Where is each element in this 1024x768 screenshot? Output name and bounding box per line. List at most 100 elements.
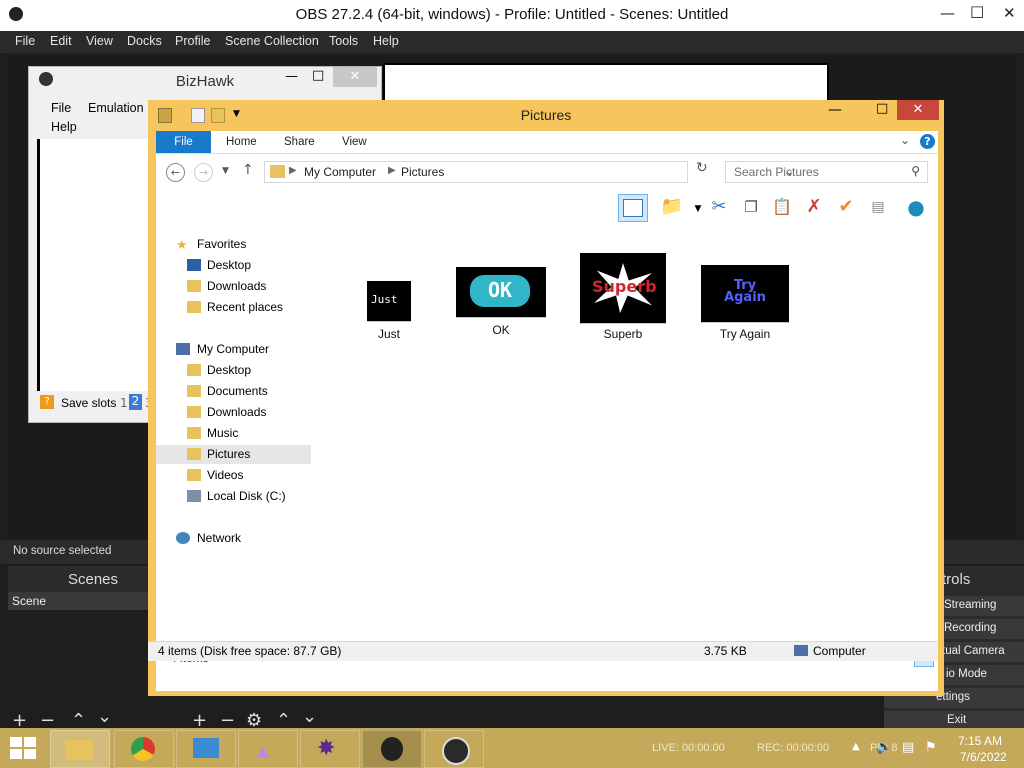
breadcrumb-separator-icon[interactable]: ▶ <box>388 165 396 176</box>
button-label: Streaming <box>944 599 997 611</box>
nav-recent-places[interactable]: Recent places <box>156 298 311 317</box>
rename-check-icon[interactable]: ✔ <box>834 195 858 219</box>
tab-file[interactable]: File <box>156 131 211 153</box>
menu-scene-collection[interactable]: Scene Collection <box>225 34 319 48</box>
explorer-status-bar: 4 items (Disk free space: 87.7 GB) 3.75 … <box>148 641 938 661</box>
thumbnail-text: Just <box>371 293 398 306</box>
menu-help[interactable]: Help <box>51 120 77 134</box>
up-arrow-icon[interactable]: ↑ <box>242 162 254 178</box>
back-icon[interactable]: ← <box>166 163 185 182</box>
bizhawk-icon[interactable] <box>362 730 422 768</box>
paste-icon[interactable]: 📋 <box>770 195 794 219</box>
nav-videos[interactable]: Videos <box>156 466 311 485</box>
file-item-superb[interactable]: Superb Superb <box>580 253 690 353</box>
nav-downloads[interactable]: Downloads <box>156 403 311 422</box>
app-triangle-icon[interactable]: ▲ <box>238 730 298 768</box>
obs-live-status: LIVE: 00:00:00 <box>652 742 725 754</box>
minimize-button[interactable]: — <box>940 4 955 22</box>
pictures-folder-icon <box>187 448 201 460</box>
file-explorer-icon[interactable] <box>50 730 110 768</box>
clock-time[interactable]: 7:15 AM <box>958 734 1002 748</box>
button-label: Recording <box>944 622 997 634</box>
start-button[interactable] <box>10 737 36 759</box>
nav-documents[interactable]: Documents <box>156 382 311 401</box>
nav-my-computer[interactable]: My Computer <box>156 340 311 359</box>
close-icon[interactable]: ✕ <box>1003 4 1016 22</box>
close-button[interactable]: ✕ <box>897 100 939 120</box>
file-item-ok[interactable]: OK OK <box>456 267 566 367</box>
tab-view[interactable]: View <box>342 136 367 148</box>
copy-icon[interactable]: ❐ <box>739 195 763 219</box>
save-slot-2[interactable]: 2 <box>129 394 142 410</box>
menu-file[interactable]: File <box>15 34 35 48</box>
breadcrumb-my-computer[interactable]: My Computer <box>304 165 376 179</box>
maximize-icon[interactable]: □ <box>970 2 984 20</box>
nav-network[interactable]: Network <box>156 529 311 548</box>
nav-fav-downloads[interactable]: Downloads <box>156 277 311 296</box>
layout-pane-icon[interactable] <box>618 194 648 222</box>
breadcrumb-pictures[interactable]: Pictures <box>401 165 444 179</box>
search-placeholder: Search Pictures <box>734 165 819 179</box>
nav-favorites[interactable]: ★ Favorites <box>156 235 311 254</box>
forward-icon[interactable]: → <box>194 163 213 182</box>
address-bar[interactable]: ▶ My Computer ▶ Pictures ⌄ <box>264 161 794 183</box>
folder-options-icon[interactable]: 📁 <box>660 195 684 219</box>
menu-edit[interactable]: Edit <box>50 34 72 48</box>
save-slot-1[interactable]: 1 <box>120 396 128 410</box>
app-star-icon[interactable]: ✸ <box>300 730 360 768</box>
file-item-just[interactable]: Just Just <box>341 277 451 377</box>
volume-icon[interactable]: 🔈 <box>876 740 892 755</box>
thumbnail-text: Try Again <box>724 278 766 305</box>
chevron-down-icon[interactable]: ⌄ <box>900 133 910 147</box>
nav-label: Desktop <box>207 258 252 272</box>
file-item-try-again[interactable]: Try Again Try Again <box>701 265 811 365</box>
nav-label: Videos <box>207 468 244 482</box>
clock-date[interactable]: 7/6/2022 <box>960 750 1007 764</box>
menu-file[interactable]: File <box>51 101 71 115</box>
tray-chevron-icon[interactable]: ▲ <box>852 741 860 752</box>
menu-docks[interactable]: Docks <box>127 34 162 48</box>
nav-music[interactable]: Music <box>156 424 311 443</box>
help-icon[interactable]: ? <box>920 134 935 149</box>
nav-label: Favorites <box>197 237 247 251</box>
delete-icon[interactable]: ✗ <box>802 195 826 219</box>
nav-desktop[interactable]: Desktop <box>156 361 311 380</box>
status-size: 3.75 KB <box>704 644 747 658</box>
network-icon <box>176 532 190 544</box>
menu-emulation[interactable]: Emulation <box>88 101 144 115</box>
menu-view[interactable]: View <box>86 34 113 48</box>
maximize-icon[interactable]: □ <box>876 101 888 116</box>
breadcrumb-separator-icon[interactable]: ▶ <box>289 165 297 176</box>
nav-pictures[interactable]: Pictures <box>156 445 311 464</box>
minimize-button[interactable]: — <box>285 69 298 84</box>
properties-icon[interactable]: ▤ <box>866 195 890 219</box>
source-down-icon[interactable]: ⌄ <box>302 706 317 728</box>
obs-icon[interactable] <box>424 730 484 768</box>
search-input[interactable]: Search Pictures ⚲ <box>725 161 928 183</box>
close-button[interactable]: ✕ <box>333 67 377 87</box>
menu-tools[interactable]: Tools <box>329 34 358 48</box>
cut-icon[interactable]: ✂ <box>707 195 731 219</box>
explorer-toolbar: 📁 ▼ ✂ ❐ 📋 ✗ ✔ ▤ ● <box>156 189 938 227</box>
nav-local-disk[interactable]: Local Disk (C:) <box>156 487 311 506</box>
tab-share[interactable]: Share <box>284 136 315 148</box>
minimize-button[interactable]: — <box>828 102 842 118</box>
refresh-icon[interactable]: ↻ <box>696 160 708 176</box>
recent-locations-icon[interactable]: ▼ <box>222 166 229 176</box>
recent-places-icon <box>187 301 201 313</box>
explorer-body: File Home Share View ⌄ ? ← → ▼ ↑ ▶ My Co… <box>156 131 938 691</box>
downloads-folder-icon <box>187 406 201 418</box>
action-center-icon[interactable]: ⚑ <box>925 740 937 755</box>
chrome-icon[interactable] <box>114 730 174 768</box>
computer-icon <box>176 343 190 355</box>
tab-home[interactable]: Home <box>226 136 257 148</box>
obs-title-bar: OBS 27.2.4 (64-bit, windows) - Profile: … <box>0 0 1024 31</box>
maximize-icon[interactable]: □ <box>312 68 324 83</box>
control-panel-icon[interactable] <box>176 730 236 768</box>
menu-help[interactable]: Help <box>373 34 399 48</box>
nav-fav-desktop[interactable]: Desktop <box>156 256 311 275</box>
share-shell-icon[interactable]: ● <box>904 195 928 219</box>
network-tray-icon[interactable]: ▤ <box>902 740 914 755</box>
move-down-icon[interactable]: ⌄ <box>97 706 112 728</box>
menu-profile[interactable]: Profile <box>175 34 210 48</box>
